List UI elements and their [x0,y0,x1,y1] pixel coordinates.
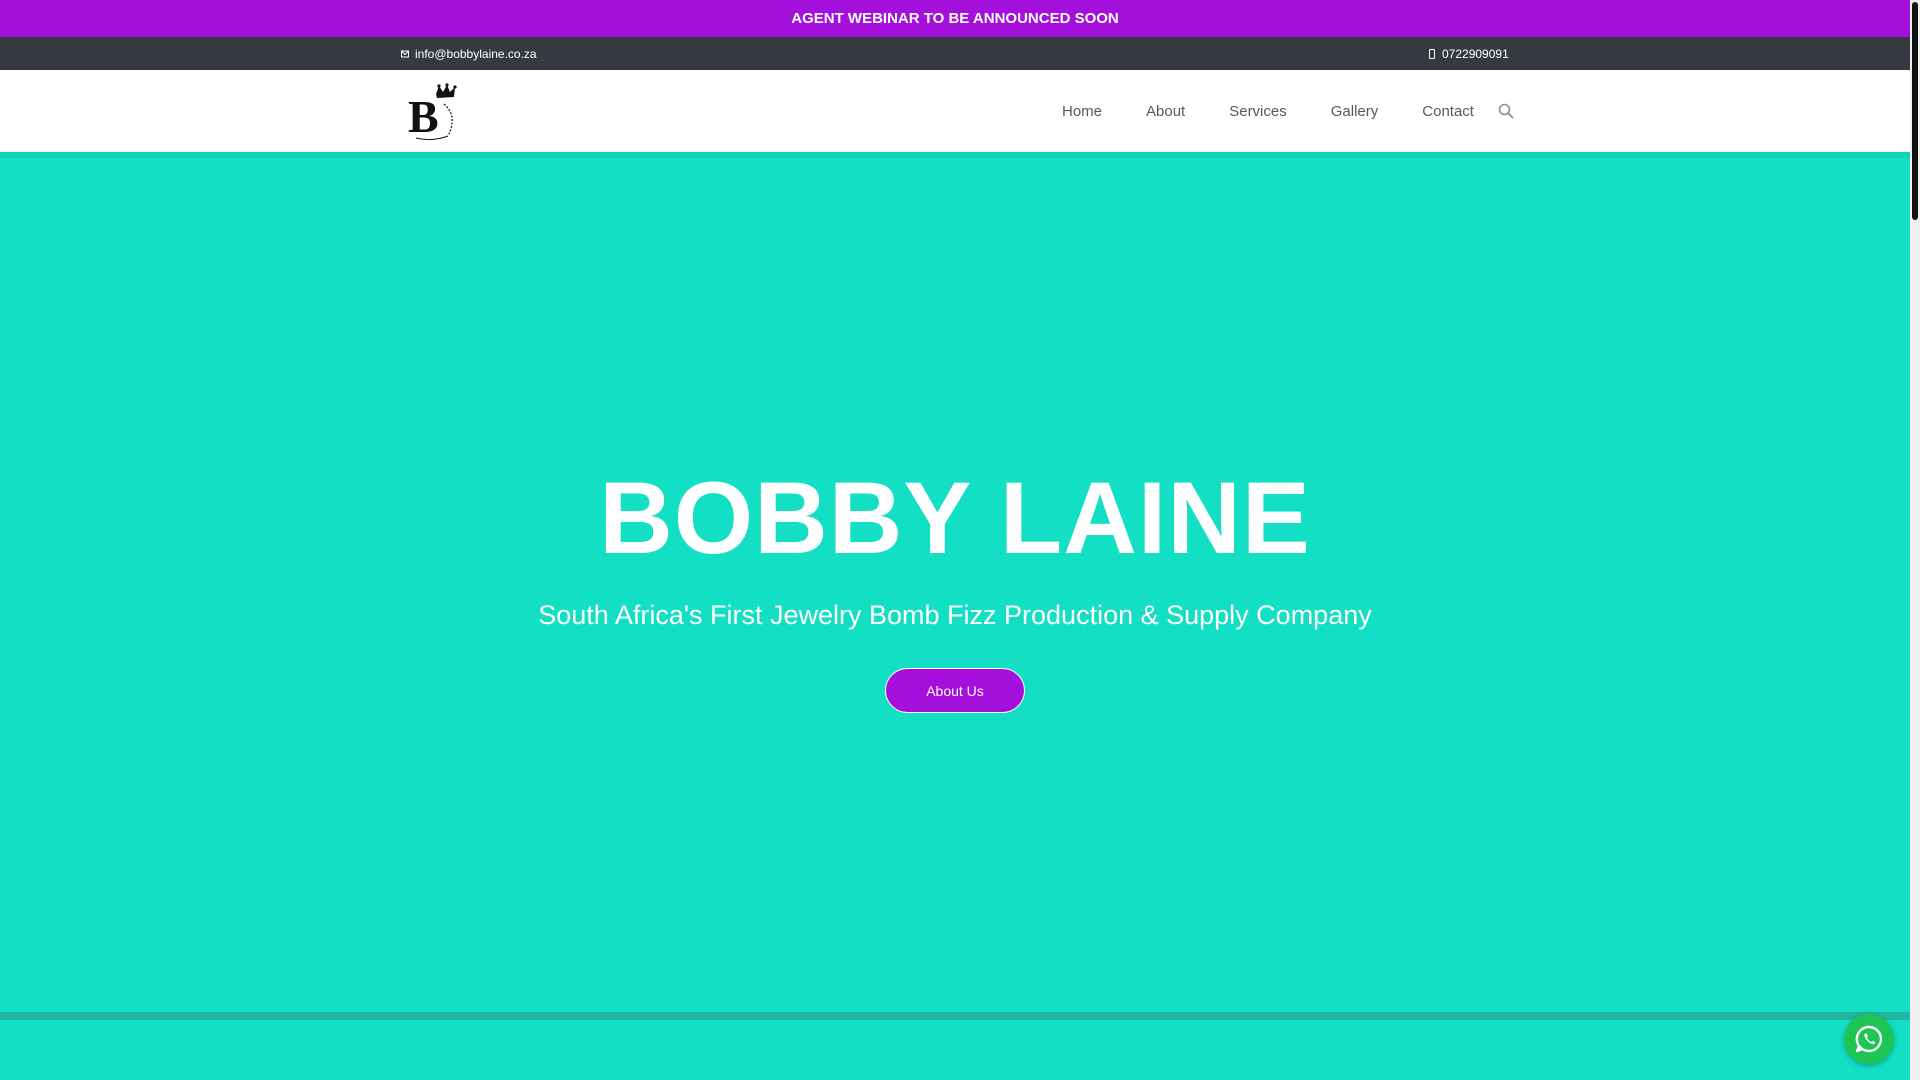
nav-home[interactable]: Home [1062,103,1102,120]
whatsapp-icon [1855,1025,1883,1053]
site-header: B Home About Services Gallery Contact [0,70,1910,152]
announcement-text: AGENT WEBINAR TO BE ANNOUNCED SOON [791,10,1119,27]
hero-title: BOBBY LAINE [599,461,1311,575]
about-us-button[interactable]: About Us [885,668,1025,713]
svg-text:B: B [408,91,439,142]
nav-services[interactable]: Services [1229,103,1287,120]
nav-contact[interactable]: Contact [1422,103,1474,120]
hero-subtitle: South Africa's First Jewelry Bomb Fizz P… [538,600,1372,630]
contact-topbar: info@bobbylaine.co.za 0722909091 [0,37,1910,70]
envelope-icon [401,50,409,57]
topbar-phone-text[interactable]: 0722909091 [1442,47,1509,61]
hero-top-edge [0,152,1910,158]
main-nav: Home About Services Gallery Contact [1040,70,1496,152]
next-section [0,1020,1910,1080]
page-scrollbar[interactable] [1910,0,1920,1080]
hero-section [0,152,1910,1012]
section-divider [0,1012,1910,1020]
topbar-email[interactable]: info@bobbylaine.co.za [401,37,537,70]
announcement-bar: AGENT WEBINAR TO BE ANNOUNCED SOON [0,0,1910,37]
logo[interactable]: B [404,82,464,144]
search-icon[interactable] [1497,102,1515,120]
topbar-phone[interactable]: 0722909091 [1428,37,1509,70]
topbar-email-text[interactable]: info@bobbylaine.co.za [415,47,537,61]
whatsapp-button[interactable] [1844,1014,1894,1064]
phone-icon [1429,48,1435,59]
nav-gallery[interactable]: Gallery [1331,103,1379,120]
scrollbar-thumb[interactable] [1912,2,1918,220]
nav-about[interactable]: About [1146,103,1185,120]
